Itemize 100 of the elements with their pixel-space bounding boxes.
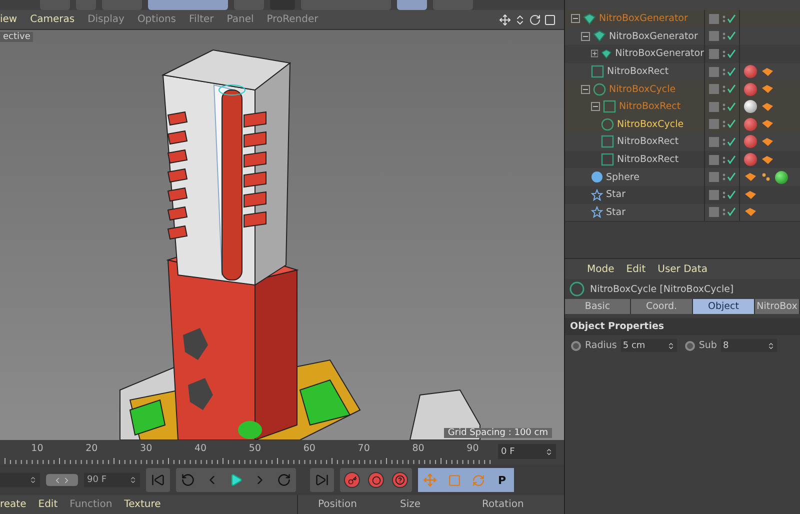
visibility-check-icon[interactable] [722,14,736,24]
star-icon [591,188,603,201]
tab[interactable]: Basic [565,299,631,314]
tab[interactable]: Coord. [631,299,693,314]
cube-icon [583,12,596,25]
phong-tag-icon[interactable] [761,66,774,77]
phong-tag-icon[interactable] [761,154,774,165]
object-title: NitroBoxCycle [NitroBoxCycle] [590,284,734,295]
skip-forward-icon [315,473,329,487]
expand-toggle[interactable] [591,49,598,58]
collapse-toggle[interactable] [581,32,590,41]
menu-item[interactable]: User Data [658,264,708,275]
menu-item[interactable]: reate [0,499,26,510]
column-header: Rotation [482,499,525,510]
end-frame-field[interactable]: 90 F [84,473,140,487]
collapse-toggle[interactable] [571,14,580,24]
frame-number: 40 [193,442,208,454]
number-field[interactable]: 8 [720,339,777,352]
square-icon [603,100,616,114]
spinner-icon[interactable] [666,342,675,350]
spinner-icon[interactable] [29,476,37,484]
tab[interactable]: Object [693,299,755,314]
question-icon [392,472,408,488]
move-icon [423,473,437,487]
object-name[interactable]: Star [606,189,626,200]
material-ball-icon[interactable] [744,100,757,114]
animation-dot-icon[interactable] [684,340,695,351]
object-name[interactable]: NitroBoxRect [617,154,679,166]
visibility-check-icon[interactable] [722,48,736,59]
menu-item[interactable]: Edit [38,499,58,510]
visibility-check-icon[interactable] [722,119,736,130]
clockwise-arrow-icon [277,473,291,487]
visibility-check-icon[interactable] [722,136,736,147]
object-name[interactable]: Sphere [606,172,640,183]
phong-tag-icon[interactable] [761,84,774,94]
visibility-check-icon[interactable] [722,190,736,200]
tab[interactable]: NitroBox [755,299,800,314]
object-name[interactable]: Star [606,206,626,218]
counterclockwise-arrow-icon [181,473,195,487]
visibility-check-icon[interactable] [722,66,736,77]
phong-tag-icon[interactable] [761,102,774,112]
object-name[interactable]: NitroBoxGenerator [615,48,704,60]
circle-icon [569,281,585,298]
square-icon [591,65,604,78]
section-header: Object Properties [565,318,800,336]
object-name[interactable]: NitroBoxCycle [617,118,684,130]
frame-number: 80 [411,442,426,454]
menu-item[interactable]: Edit [626,264,646,275]
collapse-toggle[interactable] [591,102,600,112]
cube-icon [601,48,612,60]
phong-tag-icon[interactable] [744,190,757,200]
menu-item[interactable]: Function [70,499,112,510]
spinner-icon[interactable] [766,342,775,350]
object-name[interactable]: NitroBoxRect [607,66,669,78]
circle-icon [601,118,614,131]
menu-item[interactable]: Panel [226,14,254,25]
object-name[interactable]: NitroBoxRect [619,101,681,112]
visibility-check-icon[interactable] [722,84,736,94]
object-name[interactable]: NitroBoxRect [617,136,679,148]
material-ball-icon[interactable] [775,170,788,184]
column-header: Size [400,499,422,510]
frame-number: 50 [248,442,262,454]
menu-item[interactable]: iew [0,14,18,25]
number-field[interactable]: 5 cm [620,339,677,352]
visibility-check-icon[interactable] [722,154,736,165]
material-ball-icon[interactable] [744,153,757,166]
spinner-icon[interactable] [545,448,553,456]
object-name[interactable]: NitroBoxCycle [609,84,676,95]
frame-step-button[interactable] [46,474,78,486]
star-icon [591,206,603,218]
phong-tag-icon[interactable] [744,207,757,218]
rotate-icon[interactable] [529,14,541,26]
menu-item[interactable]: Display [88,14,124,25]
visibility-check-icon[interactable] [722,207,736,218]
menu-item[interactable]: Texture [124,499,161,510]
phong-tag-icon[interactable] [744,172,757,182]
frame-number: 10 [30,442,44,454]
play-icon [229,473,243,487]
camera-label: ective [0,32,34,42]
visibility-check-icon[interactable] [722,31,736,42]
menu-item[interactable]: ProRender [266,14,318,25]
phong-tag-icon[interactable] [761,119,774,130]
current-frame-field[interactable]: 0 F [498,444,556,459]
viewport[interactable]: ective Grid Spacing : 100 cm [0,30,564,440]
dots-tag-icon[interactable] [761,172,771,182]
spinner-icon[interactable] [129,476,137,484]
collapse-toggle[interactable] [581,84,590,94]
frame-number: 60 [302,442,316,454]
move-icon[interactable] [499,14,511,26]
start-frame-field[interactable] [0,473,40,487]
menu-item[interactable]: Cameras [30,14,75,25]
menu-item[interactable]: Mode [587,264,614,275]
menu-item[interactable]: Filter [189,14,214,25]
grid-spacing-label: Grid Spacing : 100 cm [444,428,552,438]
animation-dot-icon[interactable] [571,340,581,351]
visibility-check-icon[interactable] [722,102,736,112]
menu-item[interactable]: Options [137,14,176,25]
visibility-check-icon[interactable] [722,172,736,182]
parameter-key-button[interactable]: P [490,468,514,492]
phong-tag-icon[interactable] [761,136,774,147]
